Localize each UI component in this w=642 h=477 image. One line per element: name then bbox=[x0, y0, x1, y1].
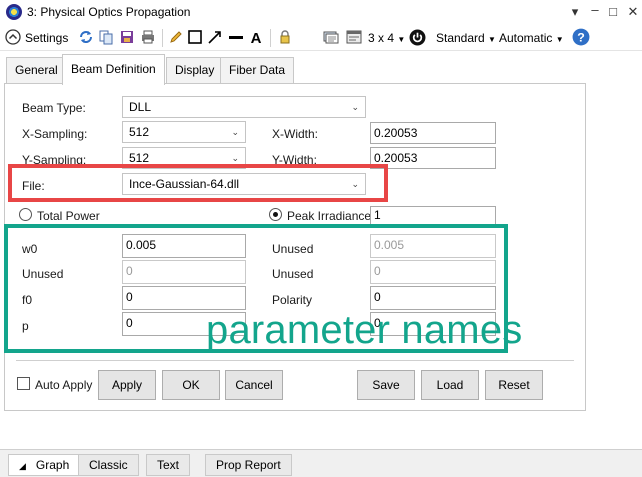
total-power-label: Total Power bbox=[37, 209, 100, 223]
svg-text:?: ? bbox=[577, 31, 585, 45]
settings-button[interactable]: Settings bbox=[25, 28, 68, 48]
tab-prop-report[interactable]: Prop Report bbox=[205, 454, 292, 476]
chevron-down-icon: ▼ bbox=[555, 35, 564, 44]
chevron-down-icon: ⌄ bbox=[231, 127, 239, 137]
layout-dropdown-label: 3 x 4 bbox=[368, 31, 395, 45]
app-logo-icon bbox=[6, 4, 22, 20]
bottom-tab-bar: ◢ Graph Classic Text Prop Report bbox=[0, 449, 642, 477]
apply-button[interactable]: Apply bbox=[98, 370, 156, 400]
refresh-icon[interactable] bbox=[78, 29, 94, 45]
annotation-label: parameter names bbox=[206, 308, 523, 352]
tab-fiber-data[interactable]: Fiber Data bbox=[220, 57, 295, 84]
title-bar: 3: Physical Optics Propagation ▾ – □ ✕ bbox=[0, 0, 642, 24]
toolbar-divider bbox=[270, 29, 271, 47]
x-width-input[interactable]: 0.20053 bbox=[370, 122, 496, 144]
ok-button[interactable]: OK bbox=[162, 370, 220, 400]
text-tool-icon[interactable]: A bbox=[248, 29, 264, 45]
power-icon[interactable] bbox=[409, 29, 426, 46]
standard-dropdown-label: Standard bbox=[436, 31, 485, 45]
minimize-icon[interactable]: – bbox=[586, 1, 604, 19]
svg-text:A: A bbox=[251, 30, 262, 45]
peak-irradiance-radio[interactable] bbox=[269, 208, 282, 221]
total-power-radio[interactable] bbox=[19, 208, 32, 221]
load-button[interactable]: Load bbox=[421, 370, 479, 400]
line-icon[interactable] bbox=[228, 29, 244, 45]
lock-icon[interactable] bbox=[277, 29, 293, 45]
tab-classic[interactable]: Classic bbox=[78, 454, 139, 476]
automatic-dropdown-label: Automatic bbox=[499, 31, 553, 45]
tab-strip: General Beam Definition Display Fiber Da… bbox=[0, 51, 642, 85]
standard-dropdown[interactable]: Standard ▼ bbox=[436, 28, 496, 48]
close-icon[interactable]: ✕ bbox=[624, 3, 642, 21]
print-icon[interactable] bbox=[140, 29, 156, 45]
settings-collapse-icon[interactable] bbox=[5, 29, 21, 45]
save-icon[interactable] bbox=[119, 29, 135, 45]
y-width-input[interactable]: 0.20053 bbox=[370, 147, 496, 169]
y-sampling-value: 512 bbox=[129, 151, 150, 165]
chevron-down-icon: ▼ bbox=[488, 35, 496, 44]
reset-button[interactable]: Reset bbox=[485, 370, 543, 400]
dropdown-menu-icon[interactable]: ▾ bbox=[566, 3, 584, 21]
beam-type-select[interactable]: DLL ⌄ bbox=[122, 96, 366, 118]
cancel-button[interactable]: Cancel bbox=[225, 370, 283, 400]
tab-corner-icon: ◢ bbox=[19, 461, 26, 471]
save-button[interactable]: Save bbox=[357, 370, 415, 400]
peak-irradiance-input[interactable]: 1 bbox=[370, 206, 496, 225]
tab-general[interactable]: General bbox=[6, 57, 67, 84]
x-width-label: X-Width: bbox=[272, 127, 319, 141]
chevron-down-icon: ▼ bbox=[397, 35, 406, 44]
chevron-down-icon: ⌄ bbox=[351, 102, 359, 112]
help-icon[interactable]: ? bbox=[572, 28, 590, 46]
arrow-icon[interactable] bbox=[207, 29, 223, 45]
window-title: 3: Physical Optics Propagation bbox=[27, 5, 191, 19]
restore-icon[interactable]: □ bbox=[604, 3, 622, 21]
tab-graph[interactable]: ◢ Graph bbox=[8, 454, 81, 476]
tab-text[interactable]: Text bbox=[146, 454, 191, 476]
toolbar: Settings A 3 x 4 ▼ Standard ▼ Automatic … bbox=[0, 24, 642, 73]
beam-type-value: DLL bbox=[129, 100, 152, 114]
copy-icon[interactable] bbox=[98, 29, 114, 45]
auto-apply-label: Auto Apply bbox=[35, 378, 93, 392]
automatic-dropdown[interactable]: Automatic ▼ bbox=[499, 28, 564, 48]
window-layout-icon[interactable] bbox=[346, 29, 362, 45]
right-margin bbox=[622, 84, 642, 449]
x-sampling-value: 512 bbox=[129, 125, 150, 139]
peak-irradiance-label: Peak Irradiance bbox=[287, 209, 372, 223]
pencil-icon[interactable] bbox=[168, 29, 184, 45]
layers-icon[interactable] bbox=[323, 29, 339, 45]
toolbar-divider bbox=[162, 29, 163, 47]
tab-graph-label: Graph bbox=[35, 458, 70, 472]
tab-display[interactable]: Display bbox=[166, 57, 224, 84]
file-highlight-box bbox=[8, 164, 388, 202]
auto-apply-checkbox[interactable] bbox=[17, 377, 30, 390]
x-sampling-select[interactable]: 512 ⌄ bbox=[122, 121, 246, 143]
beam-type-label: Beam Type: bbox=[22, 101, 86, 115]
separator bbox=[16, 360, 574, 361]
tab-beam-definition[interactable]: Beam Definition bbox=[62, 54, 165, 85]
x-sampling-label: X-Sampling: bbox=[22, 127, 88, 141]
layout-dropdown[interactable]: 3 x 4 ▼ bbox=[368, 28, 405, 48]
rectangle-icon[interactable] bbox=[187, 29, 203, 45]
